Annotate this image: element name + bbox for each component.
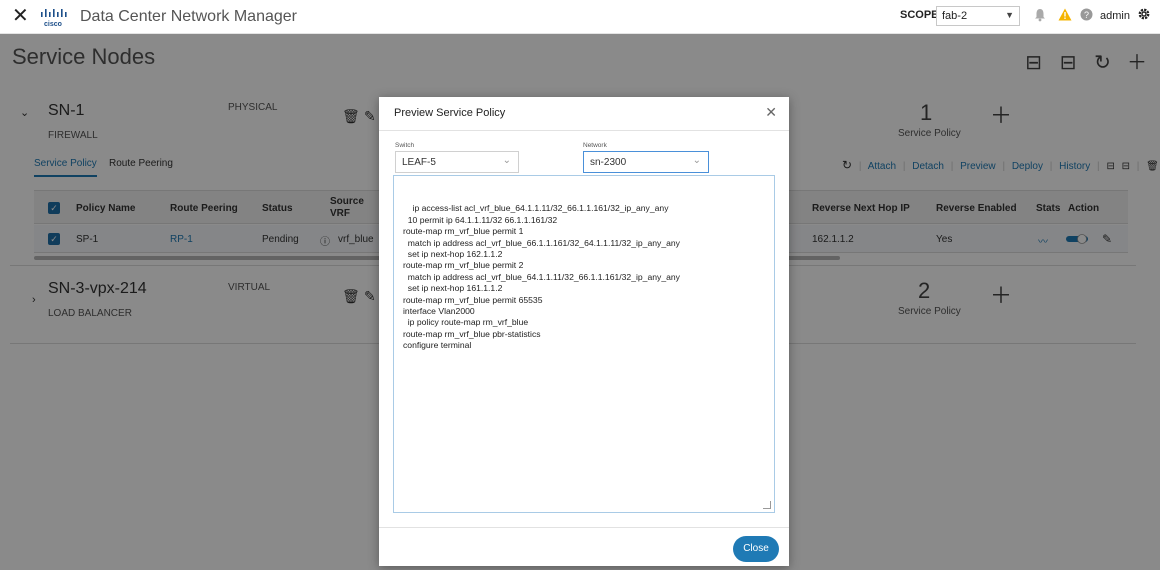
user-name[interactable]: admin (1100, 10, 1130, 22)
network-select[interactable]: sn-2300 ⌄ (583, 151, 709, 173)
chevron-down-icon: ⌄ (692, 155, 701, 166)
warning-icon[interactable] (1058, 8, 1072, 25)
network-value: sn-2300 (590, 157, 627, 168)
chevron-down-icon: ▼ (1005, 10, 1014, 20)
dialog-title: Preview Service Policy (394, 107, 506, 119)
resize-handle[interactable] (763, 501, 771, 509)
bell-icon[interactable] (1034, 8, 1046, 26)
network-label: Network (583, 142, 607, 149)
scope-select[interactable]: fab-2 ▼ (936, 6, 1020, 26)
close-icon[interactable]: ✕ (765, 104, 777, 121)
policy-config-text: ip access-list acl_vrf_blue_64.1.1.11/32… (403, 203, 680, 351)
dialog-footer: Close (379, 527, 789, 566)
switch-select[interactable]: LEAF-5 ⌄ (395, 151, 519, 173)
scope-value: fab-2 (942, 10, 968, 22)
gear-icon[interactable] (1137, 7, 1151, 25)
dialog-header: Preview Service Policy ✕ (379, 97, 789, 131)
top-bar: ✕ cisco Data Center Network Manager SCOP… (0, 0, 1160, 34)
preview-policy-dialog: Preview Service Policy ✕ Switch LEAF-5 ⌄… (379, 97, 789, 566)
switch-label: Switch (395, 142, 415, 149)
close-button[interactable]: Close (733, 536, 779, 562)
help-icon[interactable]: ? (1080, 8, 1093, 25)
app-title: Data Center Network Manager (80, 8, 297, 25)
svg-text:?: ? (1084, 10, 1089, 20)
chevron-down-icon: ⌄ (502, 155, 511, 166)
cisco-logo: cisco (41, 9, 67, 28)
switch-value: LEAF-5 (402, 157, 436, 168)
svg-text:cisco: cisco (44, 21, 62, 28)
close-icon[interactable]: ✕ (12, 6, 29, 26)
policy-config-textarea[interactable]: ip access-list acl_vrf_blue_64.1.1.11/32… (393, 175, 775, 513)
